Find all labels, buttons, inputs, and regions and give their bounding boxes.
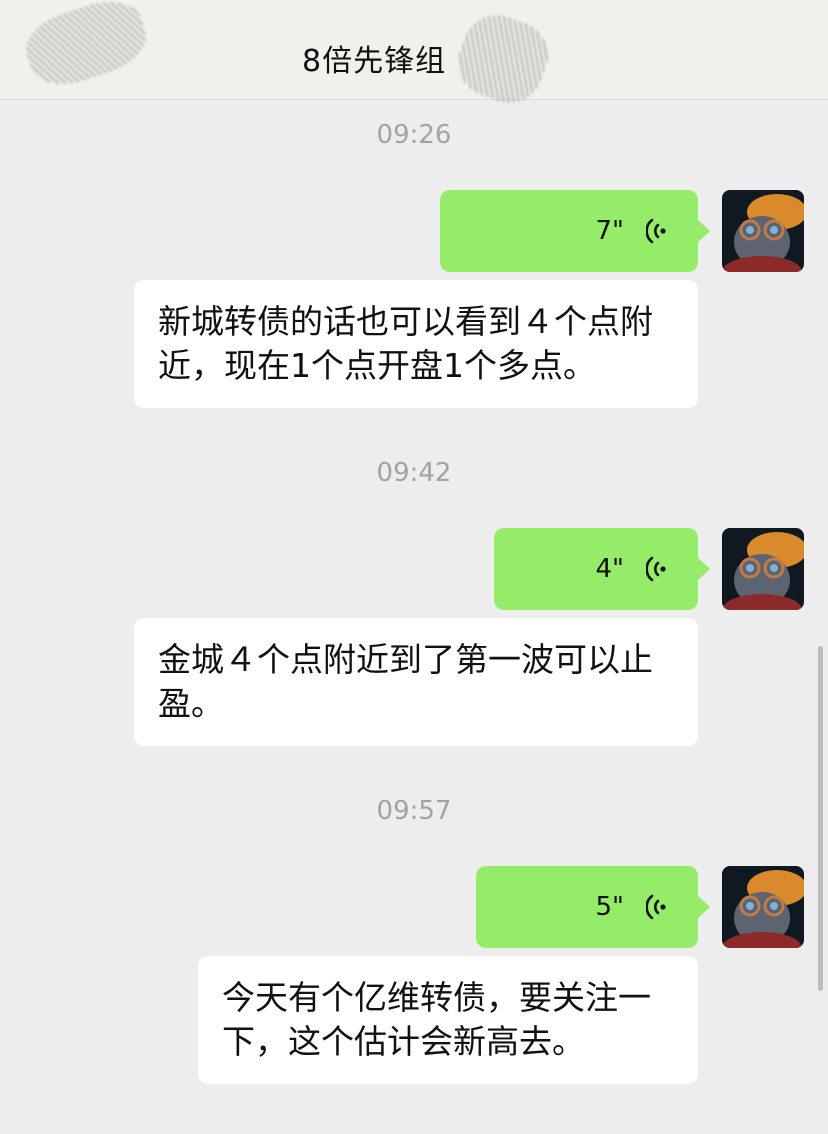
voice-message-bubble[interactable]: 4" (494, 528, 710, 610)
voice-message-bubble[interactable]: 5" (476, 866, 710, 948)
avatar[interactable] (722, 190, 804, 272)
avatar[interactable] (722, 866, 804, 948)
scrollbar[interactable] (818, 646, 823, 991)
voice-duration: 4" (595, 554, 624, 584)
text-message-bubble[interactable]: 新城转债的话也可以看到４个点附近，现在1个点开盘1个多点。 (134, 280, 698, 408)
voice-wave-icon (646, 556, 666, 582)
timestamp: 09:42 (376, 458, 452, 488)
timestamp: 09:57 (376, 796, 452, 826)
voice-wave-icon (646, 894, 666, 920)
voice-duration: 7" (595, 216, 624, 246)
voice-duration: 5" (595, 892, 624, 922)
avatar[interactable] (722, 528, 804, 610)
cat-avatar-icon (722, 866, 804, 948)
voice-wave-icon (646, 218, 666, 244)
text-message-bubble[interactable]: 金城４个点附近到了第一波可以止盈。 (134, 618, 698, 746)
redaction-scribble (448, 5, 558, 113)
chat-title: 8倍先锋组 (302, 44, 447, 79)
cat-avatar-icon (722, 528, 804, 610)
redaction-scribble (18, 0, 154, 95)
text-message-bubble[interactable]: 今天有个亿维转债，要关注一下，这个估计会新高去。 (198, 956, 698, 1084)
cat-avatar-icon (722, 190, 804, 272)
chat-header: 8倍先锋组 (0, 0, 828, 113)
timestamp: 09:26 (376, 120, 452, 150)
voice-message-bubble[interactable]: 7" (440, 190, 710, 272)
